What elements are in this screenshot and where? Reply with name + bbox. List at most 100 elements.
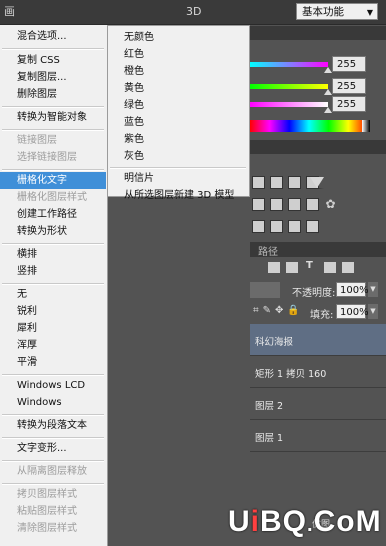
submenu-item-blue[interactable]: 蓝色 — [108, 114, 248, 131]
opacity-field[interactable]: 100% — [336, 282, 369, 297]
menu-item-horizontal[interactable]: 横排 — [0, 246, 106, 263]
filter-type-icon[interactable]: T — [306, 260, 318, 271]
layer-filter-row: T — [250, 260, 386, 276]
menu-item-blending-options[interactable]: 混合选项... — [0, 28, 106, 45]
filter-shape-icon[interactable] — [324, 262, 336, 273]
submenu-item-violet[interactable]: 紫色 — [108, 131, 248, 148]
slider-track[interactable] — [250, 84, 328, 89]
submenu-item-gray[interactable]: 灰色 — [108, 148, 248, 165]
menu-item-aa-strong[interactable]: 浑厚 — [0, 337, 106, 354]
workspace-select[interactable]: 基本功能 ▼ — [296, 3, 378, 20]
menu-item-vertical[interactable]: 竖排 — [0, 263, 106, 280]
submenu-item-new-3d[interactable]: 从所选图层新建 3D 模型 — [108, 187, 248, 204]
fill-row: ⌗✎✥🔒 填充: 100% ▼ — [250, 303, 386, 321]
color-slider-b[interactable]: 255 — [250, 96, 386, 114]
menu-separator — [2, 129, 104, 131]
menu-item-rasterize-style: 栅格化图层样式 — [17, 192, 87, 203]
watermark-com: CoM — [313, 505, 382, 538]
color-spectrum-bar[interactable] — [250, 120, 368, 132]
blend-mode-select[interactable] — [250, 282, 280, 298]
posterize-icon[interactable] — [270, 220, 283, 233]
hue-saturation-icon[interactable] — [252, 198, 265, 211]
slider-track[interactable] — [250, 62, 328, 67]
menu-separator — [2, 437, 104, 439]
submenu-item-green[interactable]: 绿色 — [108, 97, 248, 114]
layer-name: 图层 1 — [255, 433, 284, 444]
adjustments-panel-header — [250, 140, 386, 154]
slider-value-field[interactable]: 255 — [332, 78, 366, 94]
menu-item-copy-layer-style: 拷贝图层样式 — [17, 489, 77, 500]
menu-separator — [2, 169, 104, 171]
menu-separator — [110, 167, 246, 169]
filter-adjust-icon[interactable] — [286, 262, 298, 273]
layer-context-menu: 混合选项... 复制 CSS 复制图层... 删除图层 转换为智能对象 链接图层… — [0, 25, 108, 546]
layer-row[interactable]: 矩形 1 拷贝 160 — [250, 356, 386, 388]
curves-icon[interactable] — [288, 176, 301, 189]
menu-item-rasterize-type[interactable]: 栅格化文字 — [0, 172, 106, 189]
menu-item-aa-none[interactable]: 无 — [0, 286, 106, 303]
chevron-down-icon[interactable]: ▼ — [368, 282, 378, 297]
levels-icon[interactable] — [270, 176, 283, 189]
color-balance-icon[interactable] — [270, 198, 283, 211]
mode-3d-label[interactable]: 3D — [186, 5, 201, 18]
layers-panel-tabs: 路径 — [250, 242, 386, 258]
filter-pixel-icon[interactable] — [268, 262, 280, 273]
slider-value-field[interactable]: 255 — [332, 56, 366, 72]
photo-filter-icon[interactable] — [306, 198, 319, 211]
brightness-icon[interactable] — [252, 176, 265, 189]
channel-mixer-icon[interactable]: ✿ — [324, 198, 337, 211]
submenu-item-no-color[interactable]: 无颜色 — [108, 29, 248, 46]
lock-icons[interactable]: ⌗✎✥🔒 — [253, 305, 304, 316]
menu-item-duplicate-layer[interactable]: 复制图层... — [0, 69, 106, 86]
layer-name: 图层 2 — [255, 401, 284, 412]
black-white-icon[interactable] — [288, 198, 301, 211]
slider-track[interactable] — [250, 102, 328, 107]
menu-separator — [2, 48, 104, 50]
slider-thumb[interactable] — [324, 67, 332, 73]
slider-value-field[interactable]: 255 — [332, 96, 366, 112]
menu-item-create-work-path[interactable]: 创建工作路径 — [0, 206, 106, 223]
menu-item-warp-text[interactable]: 文字变形... — [0, 440, 106, 457]
threshold-icon[interactable] — [288, 220, 301, 233]
menu-item-copy-css[interactable]: 复制 CSS — [0, 52, 106, 69]
menu-item-aa-crisp[interactable]: 犀利 — [0, 320, 106, 337]
fill-field[interactable]: 100% — [336, 304, 369, 319]
submenu-item-orange[interactable]: 橙色 — [108, 63, 248, 80]
slider-thumb[interactable] — [324, 89, 332, 95]
tab-paths[interactable]: 路径 — [258, 243, 278, 258]
menu-item-windows[interactable]: Windows — [0, 394, 106, 411]
menu-item-aa-sharp[interactable]: 锐利 — [0, 303, 106, 320]
menu-item-delete-layer[interactable]: 删除图层 — [0, 86, 106, 103]
watermark-u: U — [228, 505, 251, 538]
layer-row[interactable]: 科幻海报 — [250, 324, 386, 356]
spectrum-bw-swatch[interactable] — [362, 120, 370, 132]
color-slider-g[interactable]: 255 — [250, 78, 386, 96]
layer-row[interactable]: 图层 1 — [250, 420, 386, 452]
menu-item-windows-lcd[interactable]: Windows LCD — [0, 377, 106, 394]
watermark-i: i — [250, 505, 261, 538]
menu-item-paste-layer-style: 粘贴图层样式 — [17, 506, 77, 517]
gradient-map-icon[interactable] — [306, 220, 319, 233]
menu-item-select-linked: 选择链接图层 — [17, 152, 77, 163]
menu-separator — [2, 283, 104, 285]
menu-item-aa-smooth[interactable]: 平滑 — [0, 354, 106, 371]
menu-item-convert-paragraph[interactable]: 转换为段落文本 — [0, 417, 106, 434]
layer-row[interactable]: 图层 2 — [250, 388, 386, 420]
workspace-select-value: 基本功能 — [302, 6, 344, 18]
submenu-item-postcard[interactable]: 明信片 — [108, 170, 248, 187]
filter-smart-icon[interactable] — [342, 262, 354, 273]
menu-separator — [2, 460, 104, 462]
vibrance-icon[interactable] — [310, 177, 324, 189]
menu-item-convert-smart-object[interactable]: 转换为智能对象 — [0, 109, 106, 126]
watermark-logo: UiBQ.CoM — [228, 505, 382, 539]
layer-name: 矩形 1 拷贝 160 — [255, 369, 327, 380]
submenu-item-red[interactable]: 红色 — [108, 46, 248, 63]
menu-item-convert-to-shape[interactable]: 转换为形状 — [0, 223, 106, 240]
color-slider-r[interactable]: 255 — [250, 56, 386, 74]
menu-separator — [2, 243, 104, 245]
slider-thumb[interactable] — [324, 107, 332, 113]
submenu-item-yellow[interactable]: 黄色 — [108, 80, 248, 97]
chevron-down-icon[interactable]: ▼ — [368, 304, 378, 319]
invert-icon[interactable] — [252, 220, 265, 233]
menu-separator — [2, 374, 104, 376]
